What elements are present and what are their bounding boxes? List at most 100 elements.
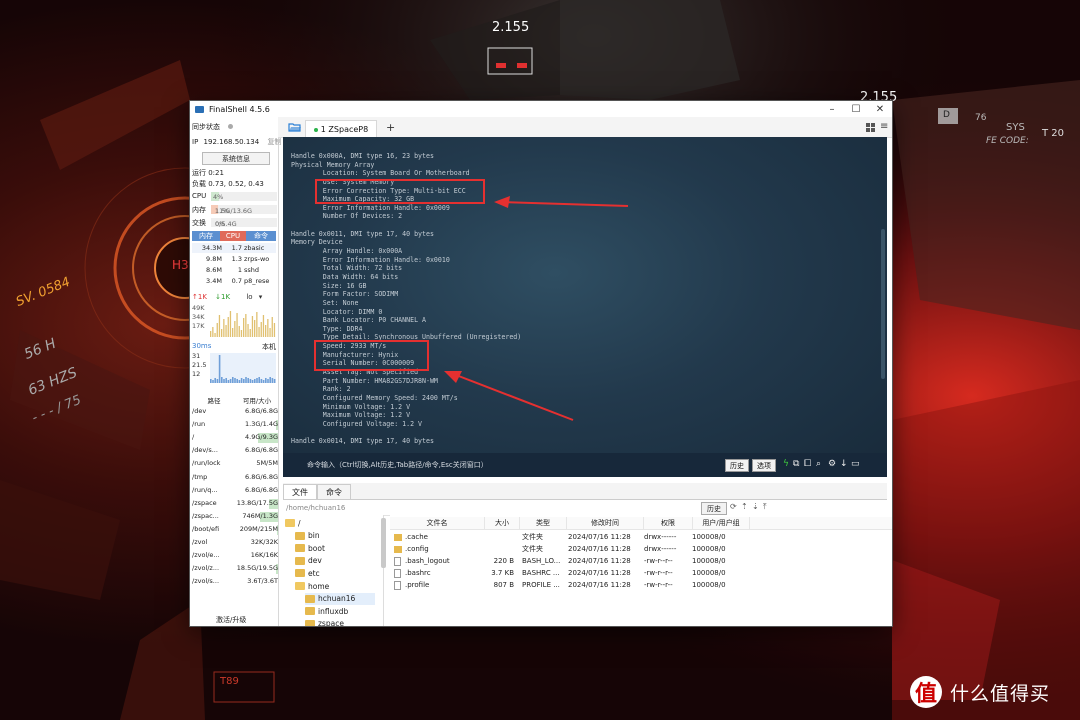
- paste-icon[interactable]: ⧠: [804, 459, 811, 469]
- tree-item[interactable]: /: [285, 517, 301, 529]
- chevron-down-icon[interactable]: ▾: [259, 293, 263, 301]
- disk-row[interactable]: /boot/efi 209M/215M: [192, 524, 278, 536]
- menu-icon[interactable]: ≡: [880, 121, 888, 132]
- process-mem: 9.8M: [206, 255, 222, 263]
- file-col-header[interactable]: 文件名: [390, 517, 485, 529]
- grid-view-icon[interactable]: [866, 123, 875, 132]
- process-command: p8_rese: [244, 277, 270, 285]
- refresh-icon[interactable]: ⟳: [730, 502, 737, 511]
- process-row[interactable]: 8.6M 1 sshd: [192, 265, 276, 275]
- file-col-header[interactable]: 类型: [520, 517, 567, 529]
- bottom-panel-tabs: 文件 命令: [283, 483, 887, 500]
- search-icon[interactable]: ⌕: [816, 459, 821, 469]
- activate-upgrade-link[interactable]: 激活/升级: [216, 615, 246, 625]
- tree-item[interactable]: home: [295, 580, 329, 592]
- disk-row[interactable]: /dev 6.8G/6.8G: [192, 407, 278, 418]
- file-col-header[interactable]: 大小: [485, 517, 520, 529]
- file-col-header[interactable]: 修改时间: [567, 517, 644, 529]
- latency-bar: [247, 378, 249, 383]
- disk-row[interactable]: /zvol 32K/32K: [192, 538, 278, 549]
- tree-item[interactable]: etc: [295, 567, 320, 579]
- copy-icon[interactable]: ⧉: [793, 459, 799, 469]
- disk-size-text: 16K/16K: [250, 551, 278, 560]
- file-size: 807 B: [484, 579, 518, 591]
- tree-item[interactable]: zspace: [305, 618, 344, 626]
- gear-icon[interactable]: ⚙: [828, 459, 836, 469]
- tree-scrollbar[interactable]: [381, 518, 386, 568]
- history-button[interactable]: 历史: [725, 459, 749, 472]
- network-interface-select[interactable]: lo: [246, 293, 252, 301]
- terminal-line: Handle 0x000A, DMI type 16, 23 bytes: [291, 152, 434, 160]
- lightning-icon[interactable]: ϟ: [783, 459, 789, 469]
- disk-col-size[interactable]: 可用/大小: [236, 395, 278, 406]
- disk-row[interactable]: /zspac... 746M/1.3G: [192, 511, 278, 523]
- maximize-terminal-icon[interactable]: ▭: [851, 459, 860, 469]
- tree-item[interactable]: boot: [295, 542, 325, 554]
- upload-icon[interactable]: ⇡: [741, 502, 748, 511]
- command-input[interactable]: 命令输入（Ctrl切换,Alt历史,Tab路径/命令,Esc关闭窗口）: [307, 460, 488, 470]
- disk-row[interactable]: /run 1.3G/1.4G: [192, 420, 278, 431]
- minimize-button[interactable]: –: [820, 101, 844, 117]
- process-row[interactable]: 9.8M 1.3 zrps-wo: [192, 254, 276, 264]
- file-row[interactable]: .profile 807 B PROFILE ... 2024/07/16 11:28…: [390, 579, 892, 591]
- download-icon[interactable]: ⇣: [752, 502, 759, 511]
- disk-row[interactable]: /run/lock 5M/5M: [192, 459, 278, 470]
- proc-col-cmd[interactable]: 命令: [246, 231, 276, 241]
- add-tab-button[interactable]: +: [386, 121, 395, 134]
- tree-item[interactable]: bin: [295, 530, 320, 542]
- terminal-line: Form Factor: SODIMM: [291, 290, 399, 299]
- folder-open-icon[interactable]: [288, 122, 302, 132]
- tree-item[interactable]: hchuan16: [305, 592, 376, 605]
- tree-item[interactable]: influxdb: [305, 605, 348, 617]
- disk-col-path[interactable]: 路径: [192, 395, 236, 406]
- title-bar[interactable]: FinalShell 4.5.6 – ☐ ✕: [190, 101, 892, 117]
- finalshell-window: FinalShell 4.5.6 – ☐ ✕ 同步状态 IP 192.168.5…: [190, 101, 892, 626]
- file-mtime: 2024/07/16 11:28: [564, 555, 640, 567]
- disk-row[interactable]: /zvol/e... 16K/16K: [192, 551, 278, 562]
- file-type-text: BASHRC ...: [522, 569, 560, 577]
- file-list[interactable]: 文件名 大小 类型 修改时间 权限 用户/用户组 .cache 文件夹 2024/07/16 …: [390, 515, 892, 626]
- process-row[interactable]: 34.3M 1.7 zbasic: [192, 243, 276, 253]
- options-button[interactable]: 选项: [752, 459, 776, 472]
- tab-zspacep8[interactable]: 1 ZSpaceP8: [305, 120, 377, 138]
- tree-item-label: boot: [308, 543, 325, 553]
- process-mem: 8.6M: [206, 266, 222, 274]
- close-button[interactable]: ✕: [868, 101, 892, 117]
- disk-row[interactable]: /dev/s... 6.8G/6.8G: [192, 446, 278, 457]
- file-row[interactable]: .cache 文件夹 2024/07/16 11:28 drwx------ 10000…: [390, 531, 892, 543]
- directory-tree[interactable]: / bin boot dev etc home hchuan16 influxdb zspace: [283, 515, 384, 626]
- disk-row[interactable]: /zvol/s... 3.6T/3.6T: [192, 577, 278, 588]
- latency-bar: [223, 379, 225, 383]
- proc-col-cpu[interactable]: CPU: [220, 231, 246, 241]
- tab-files[interactable]: 文件: [283, 484, 317, 499]
- network-bar: [258, 327, 260, 337]
- disk-row[interactable]: /tmp 6.8G/6.8G: [192, 473, 278, 484]
- disk-row[interactable]: /zvol/z... 18.5G/19.5G: [192, 564, 278, 575]
- command-input-bar[interactable]: 命令输入（Ctrl切换,Alt历史,Tab路径/命令,Esc关闭窗口） 历史 选…: [283, 453, 887, 477]
- file-row[interactable]: .bash_logout 220 B BASH_LO... 2024/07/16 11…: [390, 555, 892, 567]
- latency-bar: [265, 378, 267, 383]
- disk-row[interactable]: /run/q... 6.8G/6.8G: [192, 486, 278, 497]
- file-row[interactable]: .config 文件夹 2024/07/16 11:28 drwx------ 1000…: [390, 543, 892, 555]
- current-path-input[interactable]: /home/hchuan16: [286, 504, 345, 512]
- proc-col-mem[interactable]: 内存: [192, 231, 220, 241]
- tab-commands[interactable]: 命令: [317, 484, 351, 499]
- file-col-header[interactable]: 权限: [644, 517, 693, 529]
- tree-item[interactable]: dev: [295, 555, 322, 567]
- maximize-button[interactable]: ☐: [844, 101, 868, 117]
- upload-folder-icon[interactable]: ⤒: [763, 502, 767, 512]
- disk-row[interactable]: /zspace 13.8G/17.5G: [192, 498, 278, 510]
- system-info-button[interactable]: 系统信息: [202, 152, 270, 165]
- file-row[interactable]: .bashrc 3.7 KB BASHRC ... 2024/07/16 11:28 -…: [390, 567, 892, 579]
- latency-bar: [225, 378, 227, 383]
- file-size-text: 807 B: [493, 581, 514, 589]
- terminal-scrollbar[interactable]: [881, 229, 885, 379]
- file-name: .bashrc: [390, 567, 484, 579]
- copy-ip-link[interactable]: 复制: [267, 138, 281, 146]
- disk-row[interactable]: / 4.9G/9.3G: [192, 433, 278, 444]
- process-row[interactable]: 3.4M 0.7 p8_rese: [192, 276, 276, 286]
- scroll-down-icon[interactable]: ↓: [840, 459, 848, 469]
- path-history-button[interactable]: 历史: [701, 502, 727, 515]
- file-col-header[interactable]: 用户/用户组: [693, 517, 750, 529]
- network-bar: [269, 328, 271, 337]
